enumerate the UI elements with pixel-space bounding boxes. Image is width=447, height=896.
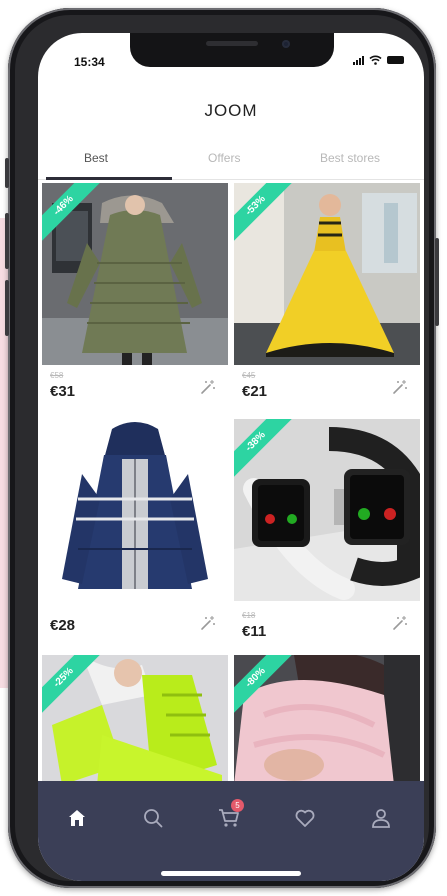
tab-bar: Best Offers Best stores [38, 145, 424, 180]
phone-screen: 15:34 JOOM Best Offers Best stores -46% … [38, 33, 424, 881]
product-card[interactable]: -46% €58 €31 [42, 183, 228, 413]
search-icon [144, 809, 163, 828]
nav-profile[interactable] [364, 801, 398, 835]
product-image[interactable]: -25% [42, 655, 228, 785]
profile-icon [372, 809, 390, 828]
nav-cart[interactable]: 5 [212, 799, 246, 835]
nav-home[interactable] [60, 801, 94, 835]
notch [130, 33, 334, 67]
old-price: €18 [242, 611, 256, 620]
product-card[interactable]: €28 [42, 419, 228, 651]
phone-frame: 15:34 JOOM Best Offers Best stores -46% … [5, 8, 439, 888]
volume-down-button [5, 280, 9, 336]
price: €21 [242, 383, 268, 400]
product-card[interactable]: -53% €45 €21 [234, 183, 420, 413]
product-card[interactable]: -38% €18 €11 [234, 419, 420, 651]
magic-wand-icon[interactable] [200, 615, 216, 631]
signal-icon [353, 55, 364, 65]
power-button [435, 238, 439, 326]
nav-search[interactable] [136, 801, 170, 835]
old-price: €58 [50, 371, 64, 380]
front-camera [282, 40, 290, 48]
tab-best-stores[interactable]: Best stores [320, 151, 380, 165]
magic-wand-icon[interactable] [200, 379, 216, 395]
product-card[interactable]: -80% [234, 655, 420, 785]
magic-wand-icon[interactable] [392, 379, 408, 395]
magic-wand-icon[interactable] [392, 615, 408, 631]
app-title: JOOM [204, 101, 258, 120]
product-image[interactable] [42, 419, 228, 601]
product-image[interactable]: -46% [42, 183, 228, 365]
product-image[interactable]: -38% [234, 419, 420, 601]
active-tab-indicator [46, 177, 172, 180]
wifi-icon [369, 55, 382, 65]
bottom-nav: 5 [38, 781, 424, 881]
mute-switch [5, 158, 9, 188]
nav-favorites[interactable] [288, 801, 322, 835]
tab-best[interactable]: Best [84, 151, 108, 165]
heart-icon [295, 809, 315, 827]
price: €11 [242, 623, 267, 640]
home-icon [69, 810, 85, 826]
speaker [206, 41, 258, 46]
product-image[interactable]: -80% [234, 655, 420, 785]
old-price: €45 [242, 371, 256, 380]
cart-count-badge: 5 [231, 799, 244, 812]
product-image[interactable]: -53% [234, 183, 420, 365]
price: €31 [50, 383, 76, 400]
volume-up-button [5, 213, 9, 269]
status-icons [353, 55, 404, 65]
home-indicator[interactable] [161, 871, 301, 876]
battery-icon [387, 56, 404, 64]
price: €28 [50, 617, 76, 634]
tab-offers[interactable]: Offers [208, 151, 240, 165]
status-time: 15:34 [74, 55, 105, 69]
product-card[interactable]: -25% [42, 655, 228, 785]
